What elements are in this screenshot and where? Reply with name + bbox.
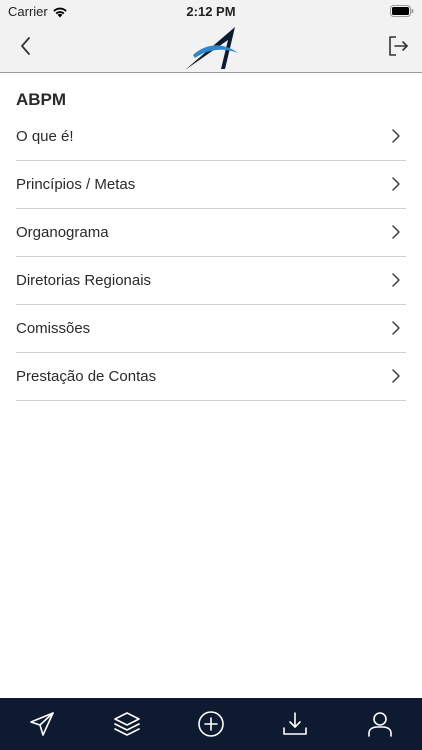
chevron-left-icon[interactable] bbox=[14, 34, 38, 58]
menu-item-comissoes[interactable]: Comissões bbox=[16, 305, 406, 353]
menu-item-label: Princípios / Metas bbox=[16, 176, 136, 193]
layers-icon bbox=[113, 712, 140, 736]
status-time: 2:12 PM bbox=[186, 4, 236, 19]
chevron-right-icon bbox=[392, 225, 400, 239]
chevron-right-icon bbox=[392, 273, 400, 287]
tab-bar bbox=[0, 698, 422, 750]
menu-item-label: Diretorias Regionais bbox=[16, 272, 152, 289]
tab-profile[interactable] bbox=[360, 704, 400, 744]
tab-add[interactable] bbox=[191, 704, 231, 744]
menu-item-organograma[interactable]: Organograma bbox=[16, 209, 406, 257]
send-icon bbox=[30, 712, 54, 736]
tab-download[interactable] bbox=[275, 704, 315, 744]
chevron-right-icon bbox=[392, 177, 400, 191]
tab-send[interactable] bbox=[22, 704, 62, 744]
menu-item-label: Comissões bbox=[16, 320, 91, 337]
menu-item-o-que-e[interactable]: O que é! bbox=[16, 113, 406, 161]
menu-list: O que é! Princípios / Metas Organograma … bbox=[0, 113, 422, 401]
chevron-right-icon bbox=[392, 321, 400, 335]
menu-item-diretorias-regionais[interactable]: Diretorias Regionais bbox=[16, 257, 406, 305]
download-icon bbox=[283, 712, 308, 735]
screen: Carrier 2:12 PM ABPM O que é! Princípios… bbox=[0, 0, 422, 750]
nav-bar bbox=[0, 22, 422, 73]
abpm-logo bbox=[185, 27, 238, 70]
profile-icon bbox=[367, 712, 392, 737]
menu-item-label: Organograma bbox=[16, 224, 109, 241]
tab-layers[interactable] bbox=[107, 704, 147, 744]
menu-item-prestacao-de-contas[interactable]: Prestação de Contas bbox=[16, 353, 406, 401]
add-circle-icon bbox=[198, 711, 224, 737]
menu-item-label: O que é! bbox=[16, 128, 74, 145]
chevron-right-icon bbox=[392, 129, 400, 143]
main-content: ABPM O que é! Princípios / Metas Organog… bbox=[0, 73, 422, 401]
menu-item-label: Prestação de Contas bbox=[16, 368, 157, 385]
chevron-right-icon bbox=[392, 369, 400, 383]
battery-icon bbox=[390, 5, 414, 17]
section-title: ABPM bbox=[16, 90, 67, 109]
status-bar: Carrier 2:12 PM bbox=[0, 0, 422, 22]
logout-icon[interactable] bbox=[386, 34, 410, 58]
menu-item-principios-metas[interactable]: Princípios / Metas bbox=[16, 161, 406, 209]
